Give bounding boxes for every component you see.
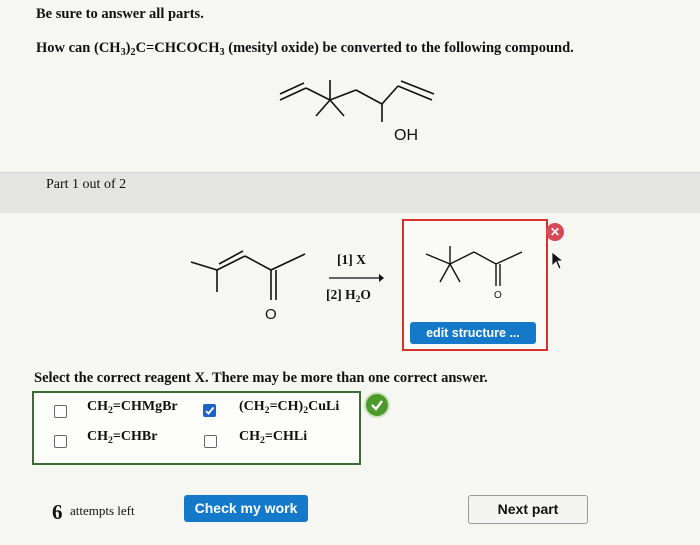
close-icon[interactable]: ✕ [546,223,564,241]
next-part-button[interactable]: Next part [468,495,588,524]
carbonyl-oxygen-label: O [265,306,277,323]
select-prompt: Select the correct reagent X. There may … [34,370,488,386]
question-text: How can (CH3)2C=CHCOCH3 (mesityl oxide) … [36,40,574,58]
attempts-label: attempts left [70,503,135,518]
product-carbonyl-label: O [494,290,502,301]
checkmark-icon [205,406,215,415]
option-3-checkbox[interactable] [54,435,67,448]
instructions: Be sure to answer all parts. [36,6,204,22]
option-1-label: CH2=CHMgBr [87,399,178,416]
option-3-label: CH2=CHBr [87,429,158,446]
reagent-step1: [1] X [337,252,366,267]
option-2-checkbox[interactable] [203,404,216,417]
option-4-label: CH2=CHLi [239,429,308,446]
part-label: Part 1 out of 2 [46,177,127,192]
option-4-checkbox[interactable] [204,435,217,448]
target-structure: OH [279,80,435,144]
check-my-work-button[interactable]: Check my work [184,495,308,522]
product-structure: O [425,246,523,301]
reaction-arrow-icon [329,274,384,282]
reagent-step2: [2] H2O [326,287,371,305]
cursor-icon [551,251,565,270]
edit-structure-button[interactable]: edit structure ... [410,322,536,344]
correct-check-icon [364,392,390,418]
checkmark-icon [371,400,383,411]
attempts-count: 6 [52,500,63,524]
reactant-structure: O [190,250,306,323]
option-1-checkbox[interactable] [54,405,67,418]
option-2-label: (CH2=CH)2CuLi [239,399,340,416]
hydroxyl-label: OH [394,127,418,144]
